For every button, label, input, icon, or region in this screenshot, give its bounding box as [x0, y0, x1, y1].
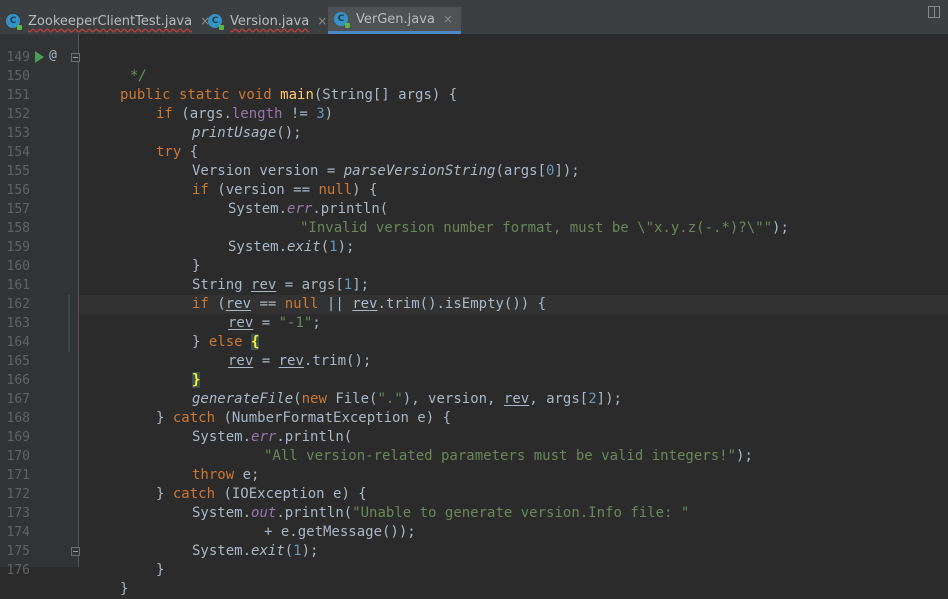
tab-label: VerGen.java — [356, 11, 435, 27]
code-line-170: 170 throw e; — [0, 428, 948, 483]
code-line-162: 162 rev = "-1"; — [0, 276, 948, 331]
tab-label: ZookeeperClientTest.java — [28, 13, 193, 29]
code-line-167: 167 } catch (NumberFormatException e) { — [0, 371, 948, 426]
code-line-155: 155 if (version == null) { — [0, 143, 948, 198]
code-text[interactable]: } — [156, 561, 164, 580]
code-text[interactable]: } — [120, 580, 128, 599]
class-icon: C — [334, 12, 350, 28]
code-line-168: 168 System.err.println( — [0, 390, 948, 445]
close-icon[interactable]: × — [443, 12, 453, 26]
code-line-152: 152 printUsage(); — [0, 86, 948, 141]
split-editor-icon[interactable] — [928, 6, 940, 18]
code-line-163: 163 } else { — [0, 295, 948, 350]
code-line-176: 176 } — [0, 542, 948, 597]
code-line-159: 159 } — [0, 219, 948, 274]
close-icon[interactable]: × — [317, 14, 327, 28]
code-line-149: 149 */ — [0, 29, 948, 84]
code-line-164: 164 rev = rev.trim(); — [0, 314, 948, 369]
code-line-154: 154 Version version = parseVersionString… — [0, 124, 948, 179]
code-line-161: 161 if (rev == null || rev.trim().isEmpt… — [0, 257, 948, 312]
code-line-158: 158 System.exit(1); — [0, 200, 948, 255]
code-line-171: 171 } catch (IOException e) { — [0, 447, 948, 502]
code-line-169: 169 "All version-related parameters must… — [0, 409, 948, 464]
line-number: 176 — [6, 563, 30, 578]
class-icon: C — [6, 14, 22, 30]
code-line-151: 151 if (args.length != 3) — [0, 67, 948, 122]
code-token: } — [156, 562, 165, 578]
code-line-153: 153 try { — [0, 105, 948, 160]
code-line-157: 157 "Invalid version number format, must… — [0, 181, 948, 236]
code-line-173: 173 + e.getMessage()); — [0, 485, 948, 540]
code-line-165: 165 } — [0, 333, 948, 388]
code-line-175: 175 } — [0, 523, 948, 578]
tab-label: Version.java — [230, 13, 310, 29]
class-icon: C — [208, 14, 224, 30]
code-token: } — [120, 581, 129, 597]
code-line-172: 172 System.out.println("Unable to genera… — [0, 466, 948, 521]
code-line-174: 174 System.exit(1); — [0, 504, 948, 559]
code-line-150: 150 public static void main(String[] arg… — [0, 48, 948, 103]
code-line-160: 160 String rev = args[1]; — [0, 238, 948, 293]
code-line-166: 166 generateFile(new File("."), version,… — [0, 352, 948, 407]
code-line-156: 156 System.err.println( — [0, 162, 948, 217]
